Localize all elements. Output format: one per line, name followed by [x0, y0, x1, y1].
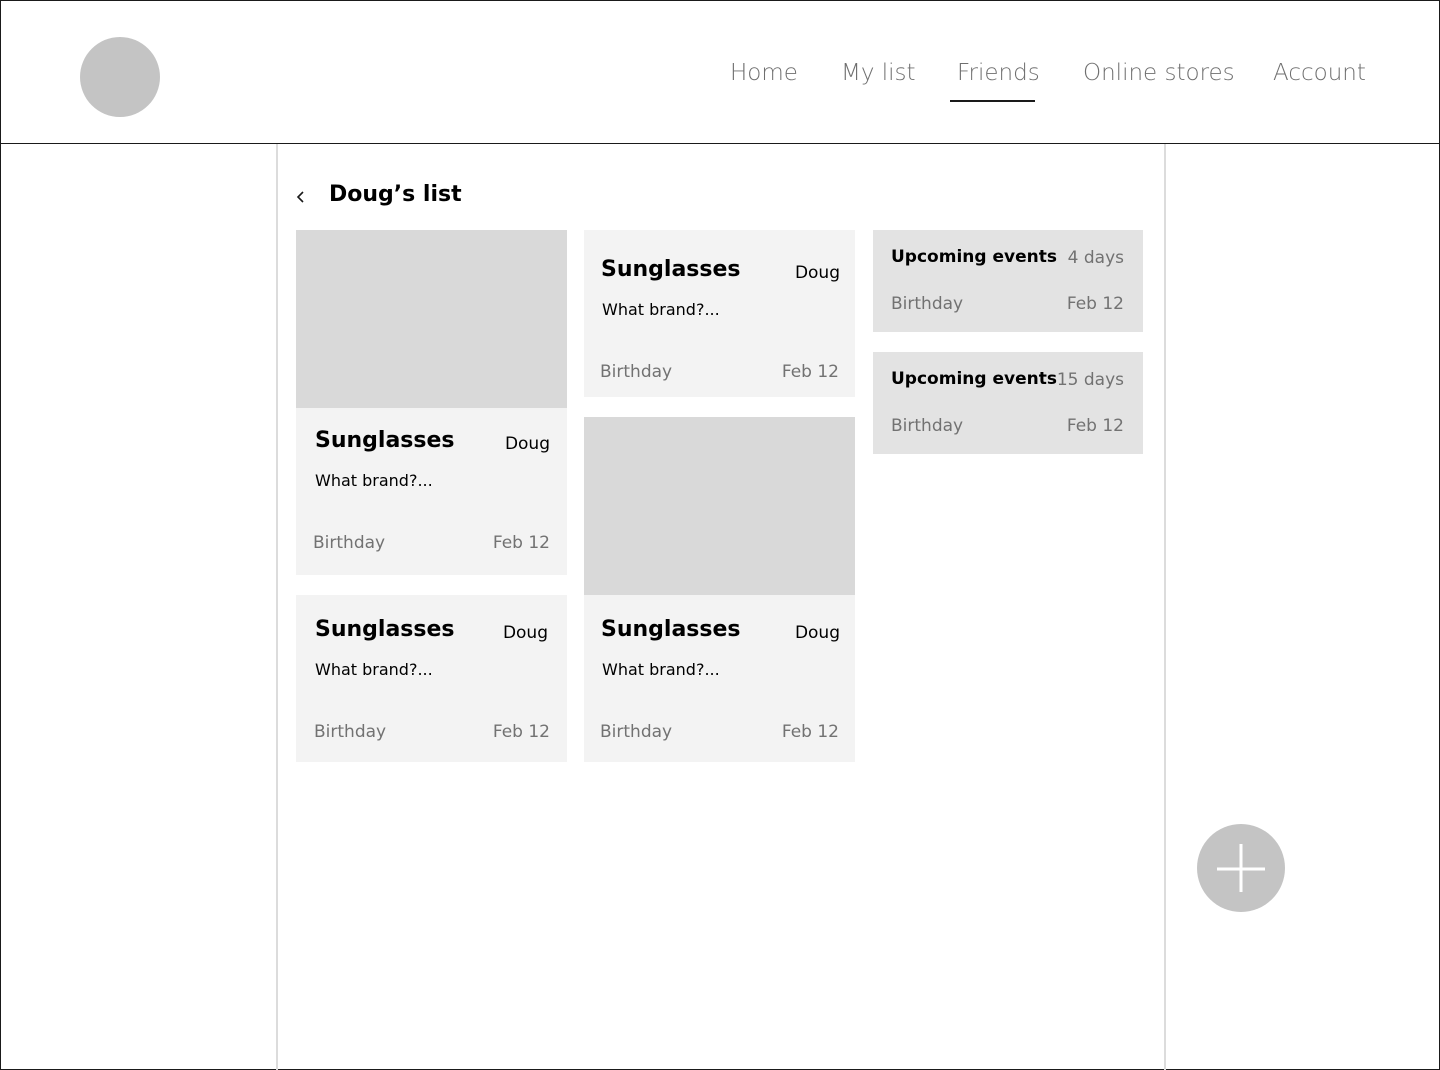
- nav-active-indicator: [950, 100, 1035, 102]
- page-title: Doug’s list: [329, 182, 462, 207]
- event-countdown: 15 days: [1056, 370, 1124, 390]
- event-name: Birthday: [891, 416, 964, 436]
- top-header: Home My list Friends Online stores Accou…: [0, 0, 1440, 144]
- item-date: Feb 12: [492, 533, 550, 553]
- content-right-divider: [1164, 144, 1166, 1070]
- add-item-button[interactable]: [1197, 824, 1285, 912]
- nav-friends[interactable]: Friends: [957, 60, 1040, 86]
- item-owner: Doug: [502, 623, 548, 643]
- item-description: What brand?...: [602, 300, 720, 319]
- event-countdown: 4 days: [1067, 248, 1124, 268]
- nav-home[interactable]: Home: [730, 60, 798, 86]
- wish-item-card[interactable]: Sunglasses Doug What brand?... Birthday …: [296, 595, 567, 762]
- item-description: What brand?...: [315, 660, 433, 679]
- upcoming-event-card[interactable]: Upcoming events 4 days Birthday Feb 12: [873, 230, 1143, 332]
- item-event: Birthday: [314, 722, 387, 742]
- item-event: Birthday: [600, 362, 673, 382]
- event-heading: Upcoming events: [891, 247, 1057, 267]
- content-left-divider: [276, 144, 278, 1070]
- item-title: Sunglasses: [315, 428, 455, 453]
- item-description: What brand?...: [602, 660, 720, 679]
- event-date: Feb 12: [1066, 416, 1124, 436]
- item-title: Sunglasses: [315, 617, 455, 642]
- logo-avatar[interactable]: [80, 37, 160, 117]
- item-event: Birthday: [313, 533, 386, 553]
- upcoming-event-card[interactable]: Upcoming events 15 days Birthday Feb 12: [873, 352, 1143, 454]
- chevron-left-icon[interactable]: [292, 186, 310, 208]
- item-owner: Doug: [794, 623, 840, 643]
- event-date: Feb 12: [1066, 294, 1124, 314]
- event-name: Birthday: [891, 294, 964, 314]
- item-image-placeholder: [584, 417, 855, 595]
- item-image-placeholder: [296, 230, 567, 408]
- nav-account[interactable]: Account: [1273, 60, 1366, 86]
- wish-item-card[interactable]: Sunglasses Doug What brand?... Birthday …: [584, 417, 855, 762]
- item-title: Sunglasses: [601, 257, 741, 282]
- item-date: Feb 12: [781, 722, 839, 742]
- item-date: Feb 12: [492, 722, 550, 742]
- item-owner: Doug: [504, 434, 550, 454]
- item-date: Feb 12: [781, 362, 839, 382]
- item-event: Birthday: [600, 722, 673, 742]
- wish-item-card[interactable]: Sunglasses Doug What brand?... Birthday …: [584, 230, 855, 397]
- item-description: What brand?...: [315, 471, 433, 490]
- nav-online-stores[interactable]: Online stores: [1083, 60, 1235, 86]
- nav-my-list[interactable]: My list: [841, 60, 916, 86]
- event-heading: Upcoming events: [891, 369, 1057, 389]
- plus-icon: [1217, 844, 1265, 892]
- item-title: Sunglasses: [601, 617, 741, 642]
- wish-item-card[interactable]: Sunglasses Doug What brand?... Birthday …: [296, 230, 567, 575]
- item-owner: Doug: [794, 263, 840, 283]
